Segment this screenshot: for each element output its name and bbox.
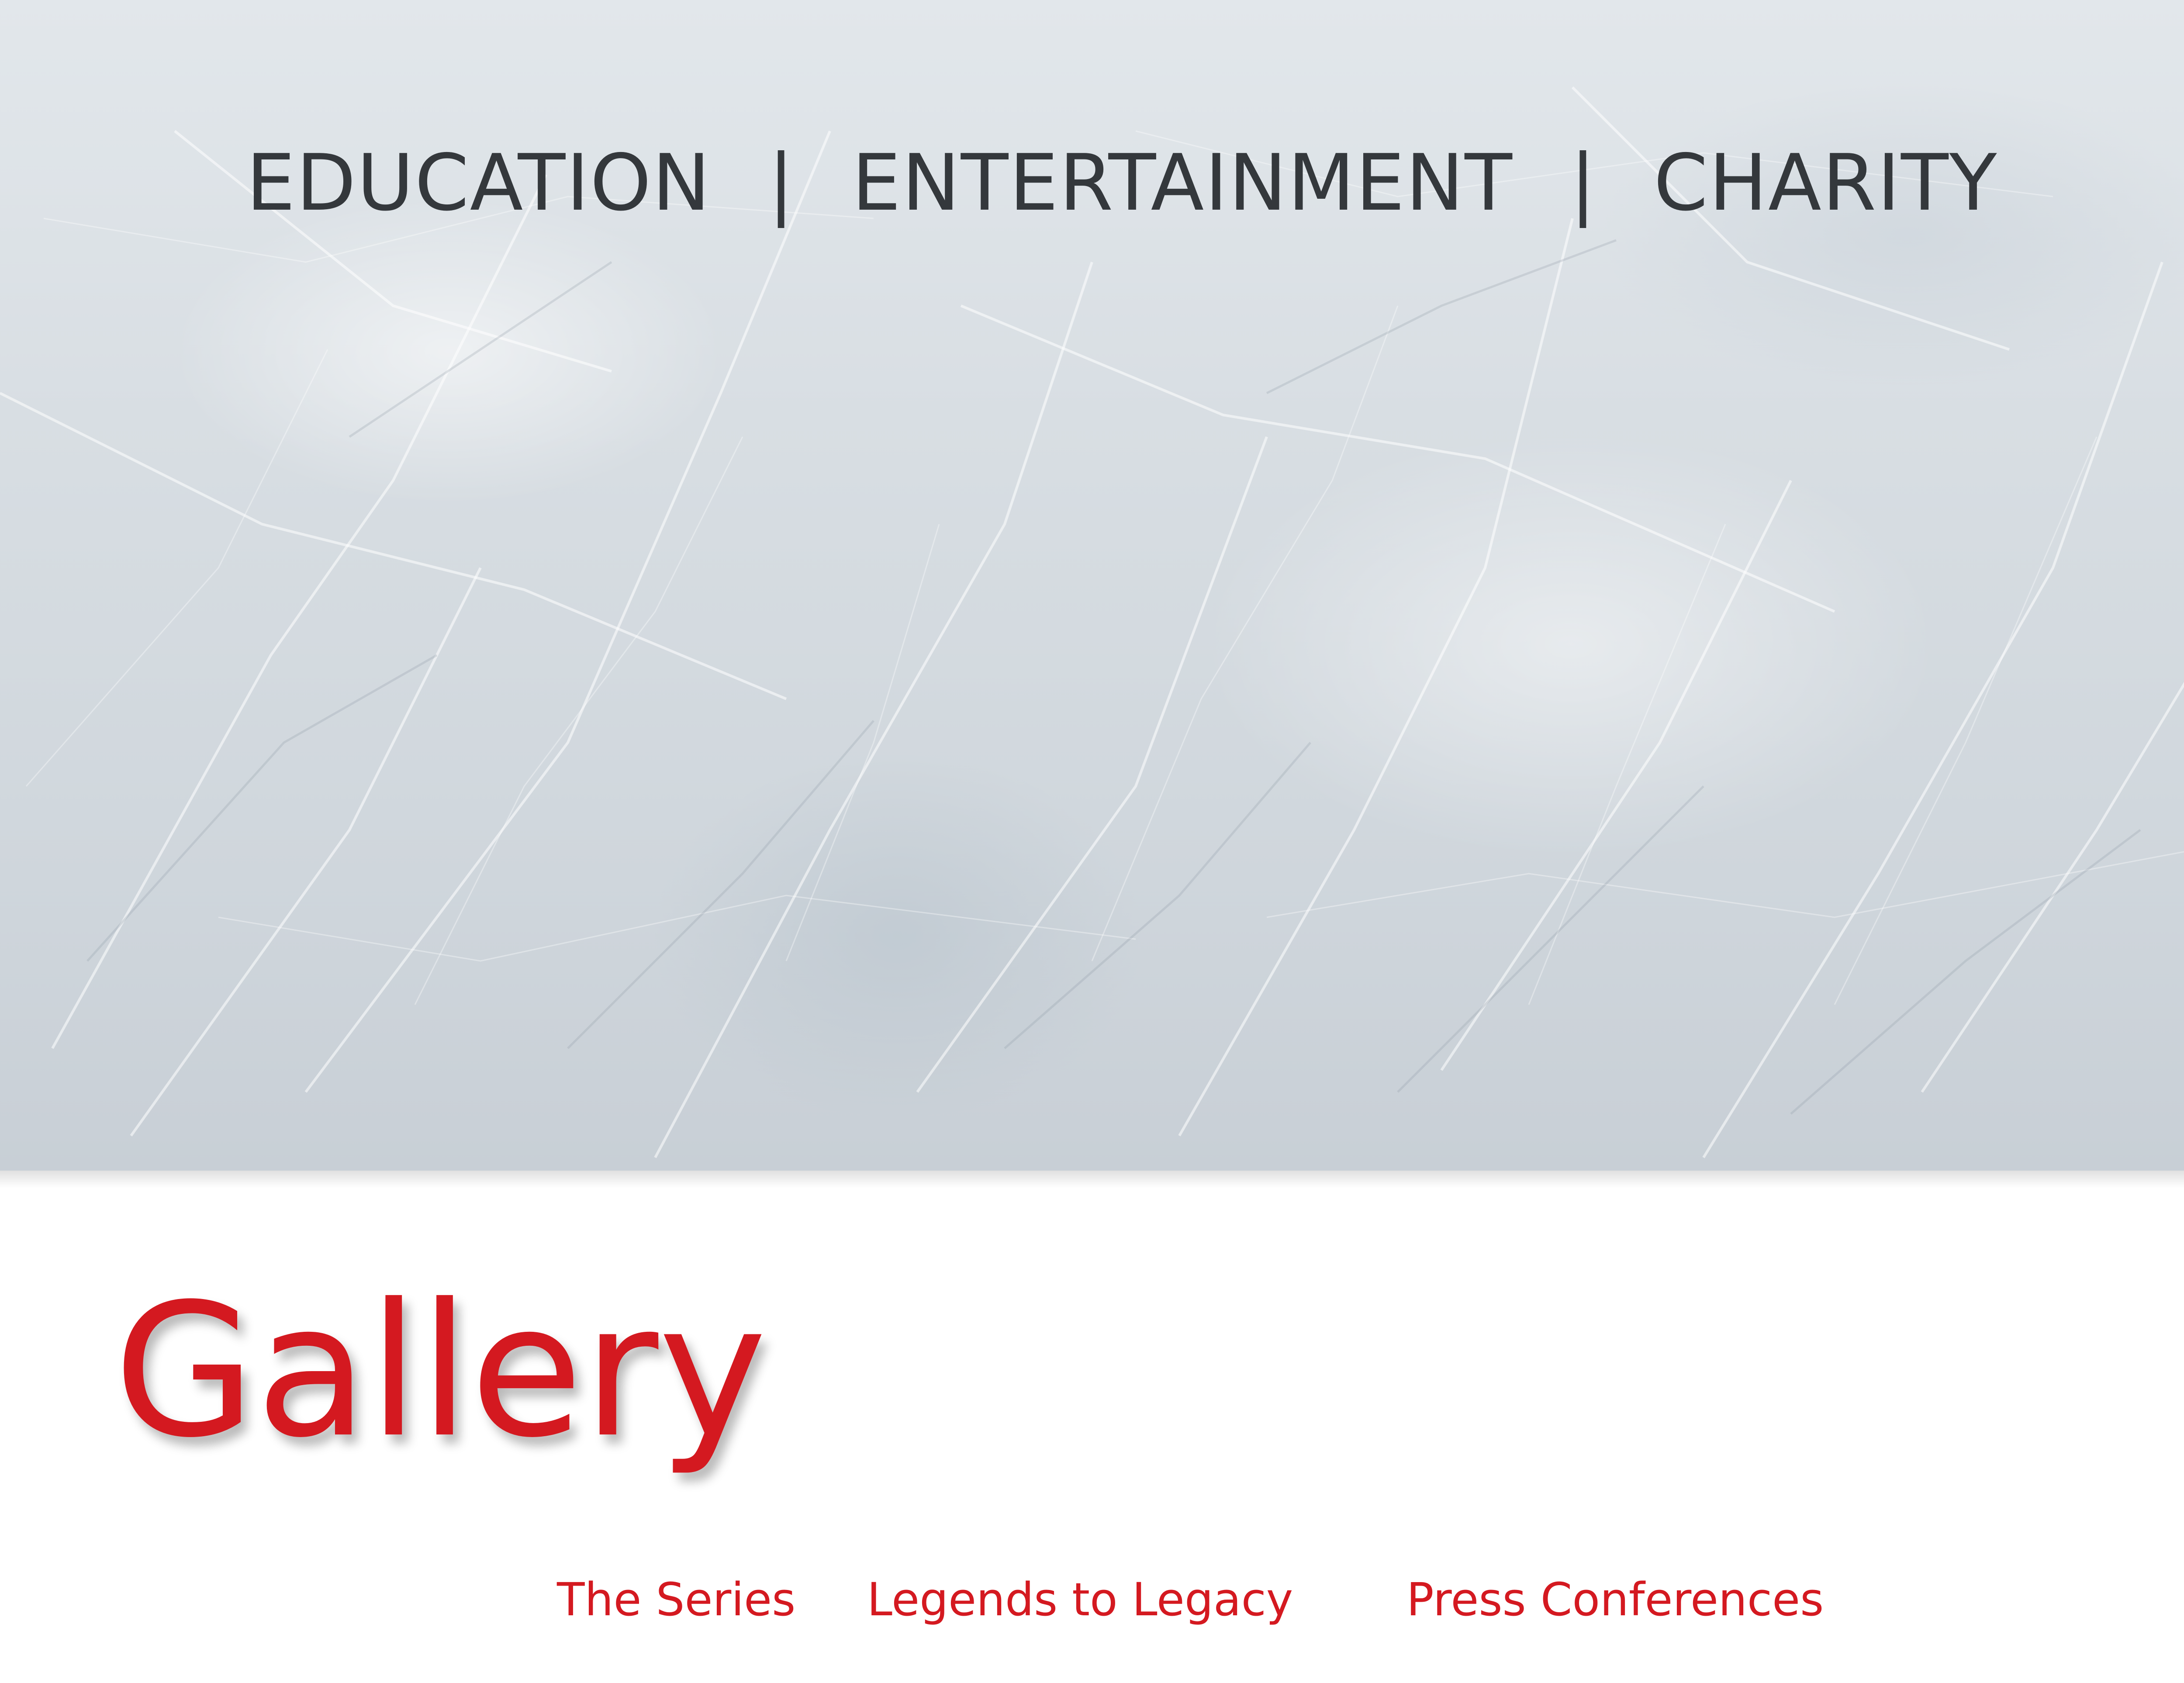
hero-divider-shadow [0, 1171, 2184, 1188]
tagline: EDUCATION | ENTERTAINMENT | CHARITY [0, 144, 2184, 222]
gallery-link-legends-to-legacy[interactable]: Legends to Legacy [867, 1577, 1293, 1622]
hero-ice-banner: EDUCATION | ENTERTAINMENT | CHARITY [0, 0, 2184, 1171]
tagline-separator: | [768, 138, 795, 228]
tagline-separator: | [1569, 138, 1597, 228]
gallery-category-nav: The Series Legends to Legacy Press Confe… [0, 1577, 2184, 1638]
page: EDUCATION | ENTERTAINMENT | CHARITY Gall… [0, 0, 2184, 1683]
gallery-link-press-conferences[interactable]: Press Conferences [1406, 1577, 1824, 1622]
tagline-charity: CHARITY [1653, 138, 1998, 228]
gallery-link-the-series[interactable]: The Series [557, 1577, 795, 1622]
page-title: Gallery [114, 1265, 767, 1478]
tagline-entertainment: ENTERTAINMENT [852, 138, 1513, 228]
tagline-education: EDUCATION [246, 138, 712, 228]
